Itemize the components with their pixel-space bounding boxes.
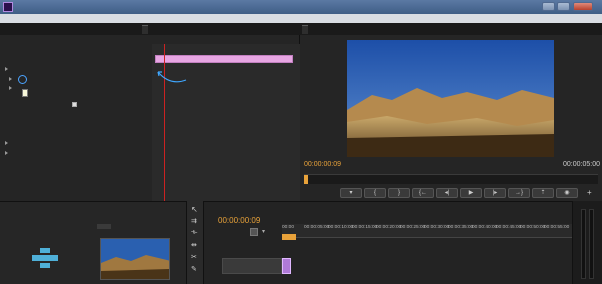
maximize-button[interactable] <box>557 2 570 11</box>
step-forward-button[interactable]: |▸ <box>484 188 506 198</box>
snap-icon[interactable] <box>250 228 258 236</box>
razor-tool-icon[interactable]: ✂ <box>191 253 197 261</box>
ruler-tick: 00:00:15:00 <box>352 225 378 230</box>
scrub-playhead[interactable] <box>304 175 308 184</box>
expand-arrow-icon[interactable] <box>5 151 8 155</box>
ruler-tick: 00:00:50:00 <box>520 225 546 230</box>
track-select-tool-icon[interactable]: ⇉ <box>191 217 197 225</box>
mark-out-button[interactable]: { <box>364 188 386 198</box>
entry-dropdown[interactable] <box>97 224 111 229</box>
ruler-tick: 00:00:45:00 <box>496 225 522 230</box>
expand-arrow-icon[interactable] <box>5 67 8 71</box>
audio-meters <box>572 201 602 284</box>
expand-arrow-icon[interactable] <box>9 86 12 90</box>
track-video-1-header[interactable] <box>222 258 282 274</box>
go-to-in-button[interactable]: {← <box>412 188 434 198</box>
ruler-tick: 00:00:35:00 <box>448 225 474 230</box>
pen-tool-icon[interactable]: ✎ <box>191 265 197 273</box>
tooltip <box>22 89 28 97</box>
menu-bar <box>0 14 602 23</box>
mark-clip-button[interactable]: } <box>388 188 410 198</box>
annotation-arrow-icon <box>157 71 187 83</box>
uniform-scale-checkbox[interactable] <box>72 102 77 107</box>
meter-left <box>581 209 586 279</box>
tools-panel: ↖ ⇉ ⟛ ⇹ ✂ ✎ <box>186 201 204 284</box>
mark-in-button[interactable]: ▾ <box>340 188 362 198</box>
ruler-tick: 00:00 <box>282 225 295 230</box>
landscape-image <box>347 40 554 157</box>
program-current-timecode[interactable]: 00:00:00:09 <box>304 161 341 168</box>
timeline-ruler[interactable]: 00:00 00:00:05:00 00:00:10:00 00:00:15:0… <box>282 224 572 238</box>
program-duration-timecode: 00:00:05:00 <box>563 161 600 168</box>
meter-right <box>589 209 594 279</box>
ruler-tick: 00:00:10:00 <box>328 225 354 230</box>
project-entry <box>95 224 111 229</box>
work-area-bar[interactable] <box>282 234 296 240</box>
minimize-button[interactable] <box>542 2 555 11</box>
marker-icon[interactable]: ▾ <box>262 228 265 235</box>
selection-tool-icon[interactable]: ↖ <box>191 205 198 214</box>
add-button-icon[interactable]: + <box>587 188 592 197</box>
sequence-icon[interactable] <box>32 248 58 270</box>
sequence-timecode[interactable]: 00:00:00:09 <box>218 216 260 225</box>
ruler-tick: 00:00:30:00 <box>424 225 450 230</box>
rolling-edit-tool-icon[interactable]: ⇹ <box>191 241 197 249</box>
program-video-frame[interactable] <box>347 40 554 157</box>
transport-controls: ▾ { } {← ◂| ▶ |▸ →} ⇡ ◉ <box>340 188 580 199</box>
ruler-tick: 00:00:55:00 <box>544 225 570 230</box>
play-button[interactable]: ▶ <box>460 188 482 198</box>
tab-effect-controls[interactable] <box>142 25 148 34</box>
go-to-out-button[interactable]: →} <box>508 188 530 198</box>
ruler-tick: 00:00:05:00 <box>304 225 330 230</box>
ec-section-video <box>12 65 16 73</box>
tab-source[interactable] <box>2 25 8 34</box>
ripple-edit-tool-icon[interactable]: ⟛ <box>191 229 197 237</box>
timeline-clip[interactable] <box>282 258 291 274</box>
highlight-circle-icon <box>18 75 27 84</box>
step-back-button[interactable]: ◂| <box>436 188 458 198</box>
ruler-tick: 00:00:20:00 <box>376 225 402 230</box>
ruler-tick: 00:00:40:00 <box>472 225 498 230</box>
title-bar <box>0 0 602 14</box>
tab-audio-mixer[interactable] <box>184 25 190 34</box>
expand-arrow-icon[interactable] <box>5 141 8 145</box>
project-panel <box>0 201 186 284</box>
ruler-tick: 00:00:25:00 <box>400 225 426 230</box>
export-frame-button[interactable]: ◉ <box>556 188 578 198</box>
program-scrub-bar[interactable] <box>304 174 598 184</box>
sequence-timeline-panel: 00:00:00:09 ▾ 00:00 00:00:05:00 00:00:10… <box>204 201 572 284</box>
close-button[interactable] <box>573 2 593 11</box>
tab-metadata[interactable] <box>244 25 250 34</box>
premiere-logo-icon <box>3 2 13 12</box>
tab-program[interactable] <box>302 25 308 34</box>
media-thumbnail[interactable] <box>100 238 170 280</box>
expand-arrow-icon[interactable] <box>9 77 12 81</box>
panel-tab-row <box>0 23 602 35</box>
lift-button[interactable]: ⇡ <box>532 188 554 198</box>
ec-uniform-scale[interactable] <box>72 102 79 110</box>
